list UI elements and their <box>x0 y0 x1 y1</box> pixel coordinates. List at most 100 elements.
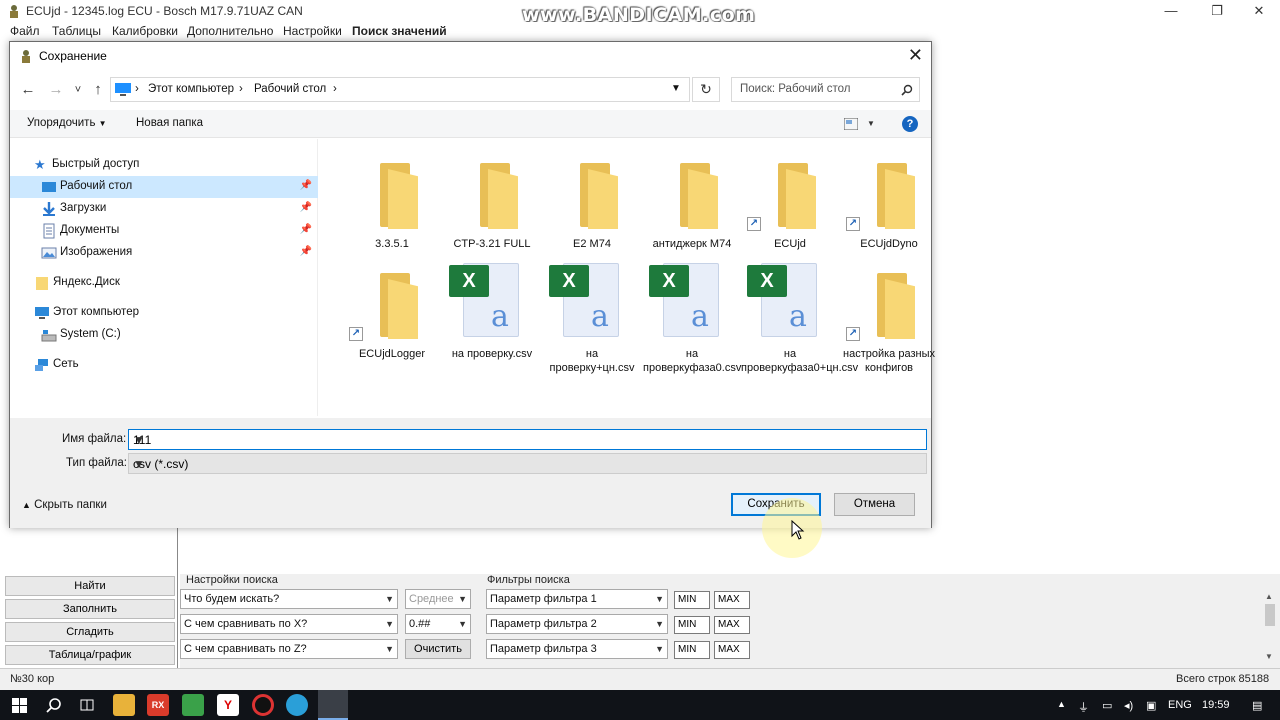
filter-2-max[interactable]: MAX <box>714 616 750 634</box>
view-options-icon[interactable] <box>844 118 858 130</box>
filename-field[interactable]: 111 ▼ <box>128 429 927 450</box>
telegram-icon[interactable] <box>286 694 308 716</box>
format-value: 0.## <box>409 618 431 630</box>
up-button[interactable]: ↑ <box>88 80 108 100</box>
rx-icon[interactable]: RX <box>147 694 169 716</box>
drive-icon <box>41 330 57 342</box>
menu-value-search[interactable]: Поиск значений <box>352 24 447 38</box>
compare-z-combo[interactable]: С чем сравнивать по Z? ▼ <box>180 639 398 659</box>
file-item[interactable]: ↗ ECUjd <box>741 149 839 259</box>
breadcrumb-computer[interactable]: Этот компьютер <box>148 83 234 95</box>
nav-yandex-disk[interactable]: Яндекс.Диск <box>10 272 318 294</box>
file-item[interactable]: CTP-3.21 FULL <box>443 149 541 259</box>
file-item[interactable]: ↗ ECUjdLogger <box>343 259 441 399</box>
mode-combo[interactable]: Среднее ▼ <box>405 589 471 609</box>
filter-param-1[interactable]: Параметр фильтра 1 ▼ <box>486 589 668 609</box>
start-icon[interactable] <box>12 698 27 713</box>
refresh-button[interactable]: ↻ <box>692 77 720 102</box>
ecujd-icon[interactable] <box>318 690 348 720</box>
minimize-button[interactable]: — <box>1148 0 1194 22</box>
filter-param-2[interactable]: Параметр фильтра 2 ▼ <box>486 614 668 634</box>
new-folder-button[interactable]: Новая папка <box>136 117 203 129</box>
nav-network[interactable]: Сеть <box>10 354 318 376</box>
volume-icon[interactable]: ◂) <box>1124 699 1133 712</box>
file-item[interactable]: 3.3.5.1 <box>343 149 441 259</box>
monitor-icon[interactable]: ▣ <box>1146 699 1156 712</box>
file-item[interactable]: антиджерк M74 <box>643 149 741 259</box>
recent-locations-button[interactable]: ˅ <box>68 80 88 100</box>
task-view-icon[interactable] <box>79 697 95 713</box>
hide-folders-button[interactable]: ▲ Скрыть папки <box>22 499 107 511</box>
file-name: на проверку.csv <box>451 348 533 360</box>
nav-this-pc[interactable]: Этот компьютер <box>10 302 318 324</box>
menu-calibrations[interactable]: Калибровки <box>112 24 178 38</box>
chevron-down-icon: ▼ <box>385 619 394 629</box>
filter-3-min[interactable]: MIN <box>674 641 710 659</box>
filter-1-min[interactable]: MIN <box>674 591 710 609</box>
maximize-button[interactable]: ❐ <box>1194 0 1240 22</box>
clock[interactable]: 19:59 <box>1202 699 1230 711</box>
lang-indicator[interactable]: ENG <box>1168 699 1192 711</box>
forward-button[interactable]: → <box>46 80 66 100</box>
find-button[interactable]: Найти <box>5 576 175 596</box>
green-app-icon[interactable] <box>182 694 204 716</box>
compare-x-combo[interactable]: С чем сравнивать по X? ▼ <box>180 614 398 634</box>
dialog-close-button[interactable]: ✕ <box>908 45 923 66</box>
chevron-down-icon[interactable]: ▼ <box>867 119 875 128</box>
search-input[interactable]: Поиск: Рабочий стол <box>731 77 920 102</box>
usb-icon[interactable]: ⏚ <box>1078 699 1089 715</box>
search-icon[interactable] <box>46 697 62 713</box>
file-item[interactable]: a X на проверку.csv <box>443 259 541 399</box>
format-combo[interactable]: 0.## ▼ <box>405 614 471 634</box>
network-tray-icon[interactable]: ▭ <box>1102 699 1112 712</box>
filter-3-max[interactable]: MAX <box>714 641 750 659</box>
scroll-up-icon[interactable]: ▲ <box>1265 592 1273 601</box>
file-item[interactable]: a X на проверкуфаза0+цн.csv <box>741 259 858 399</box>
filter-param-3[interactable]: Параметр фильтра 3 ▼ <box>486 639 668 659</box>
nav-pictures[interactable]: Изображения 📌 <box>10 242 318 264</box>
file-item[interactable]: a X на проверку+цн.csv <box>543 259 641 399</box>
explorer-icon[interactable] <box>113 694 135 716</box>
nav-desktop[interactable]: Рабочий стол 📌 <box>10 176 318 198</box>
smooth-button[interactable]: Сгладить <box>5 622 175 642</box>
breadcrumb-desktop[interactable]: Рабочий стол <box>254 83 326 95</box>
clear-button[interactable]: Очистить <box>405 639 471 659</box>
address-bar[interactable]: › Этот компьютер › Рабочий стол › ▼ <box>110 77 690 102</box>
filter-2-min[interactable]: MIN <box>674 616 710 634</box>
back-button[interactable]: ← <box>18 80 38 100</box>
excel-csv-icon: aX <box>747 259 819 339</box>
menu-settings[interactable]: Настройки <box>283 24 342 38</box>
chevron-down-icon[interactable]: ▼ <box>671 83 681 94</box>
record-icon[interactable] <box>252 694 274 716</box>
file-item[interactable]: ↗ настройка разных конфигов <box>840 259 938 399</box>
vertical-scrollbar[interactable]: ▲ ▼ <box>1262 592 1278 664</box>
scroll-down-icon[interactable]: ▼ <box>1265 652 1273 661</box>
menu-file[interactable]: Файл <box>10 24 40 38</box>
scroll-thumb[interactable] <box>1265 604 1275 626</box>
dialog-title: Сохранение <box>39 49 107 63</box>
menu-tables[interactable]: Таблицы <box>52 24 101 38</box>
help-icon[interactable]: ? <box>902 116 918 132</box>
filetype-select[interactable]: csv (*.csv) ▼ <box>128 453 927 474</box>
pin-icon: 📌 <box>299 224 312 235</box>
fill-button[interactable]: Заполнить <box>5 599 175 619</box>
file-item[interactable]: a X на проверкуфаза0.csv <box>643 259 741 399</box>
tray-expand-icon[interactable]: ▲ <box>1057 699 1066 709</box>
folder-icon <box>374 163 422 229</box>
what-to-search-combo[interactable]: Что будем искать? ▼ <box>180 589 398 609</box>
table-graph-button[interactable]: Таблица/график <box>5 645 175 665</box>
close-window-button[interactable]: ✕ <box>1236 0 1280 22</box>
menu-extra[interactable]: Дополнительно <box>187 24 273 38</box>
nav-documents[interactable]: Документы 📌 <box>10 220 318 242</box>
organize-button[interactable]: Упорядочить ▼ <box>27 117 107 129</box>
chevron-down-icon[interactable]: ▼ <box>133 433 922 447</box>
file-item[interactable]: ↗ ECUjdDyno <box>840 149 938 259</box>
notifications-icon[interactable]: ▤ <box>1252 699 1262 712</box>
cancel-button[interactable]: Отмена <box>834 493 915 516</box>
nav-quick-access[interactable]: ★ Быстрый доступ <box>10 154 318 176</box>
yandex-browser-icon[interactable]: Y <box>217 694 239 716</box>
nav-downloads[interactable]: Загрузки 📌 <box>10 198 318 220</box>
file-item[interactable]: E2 M74 <box>543 149 641 259</box>
filter-1-max[interactable]: MAX <box>714 591 750 609</box>
nav-system-c[interactable]: System (C:) <box>10 324 318 346</box>
